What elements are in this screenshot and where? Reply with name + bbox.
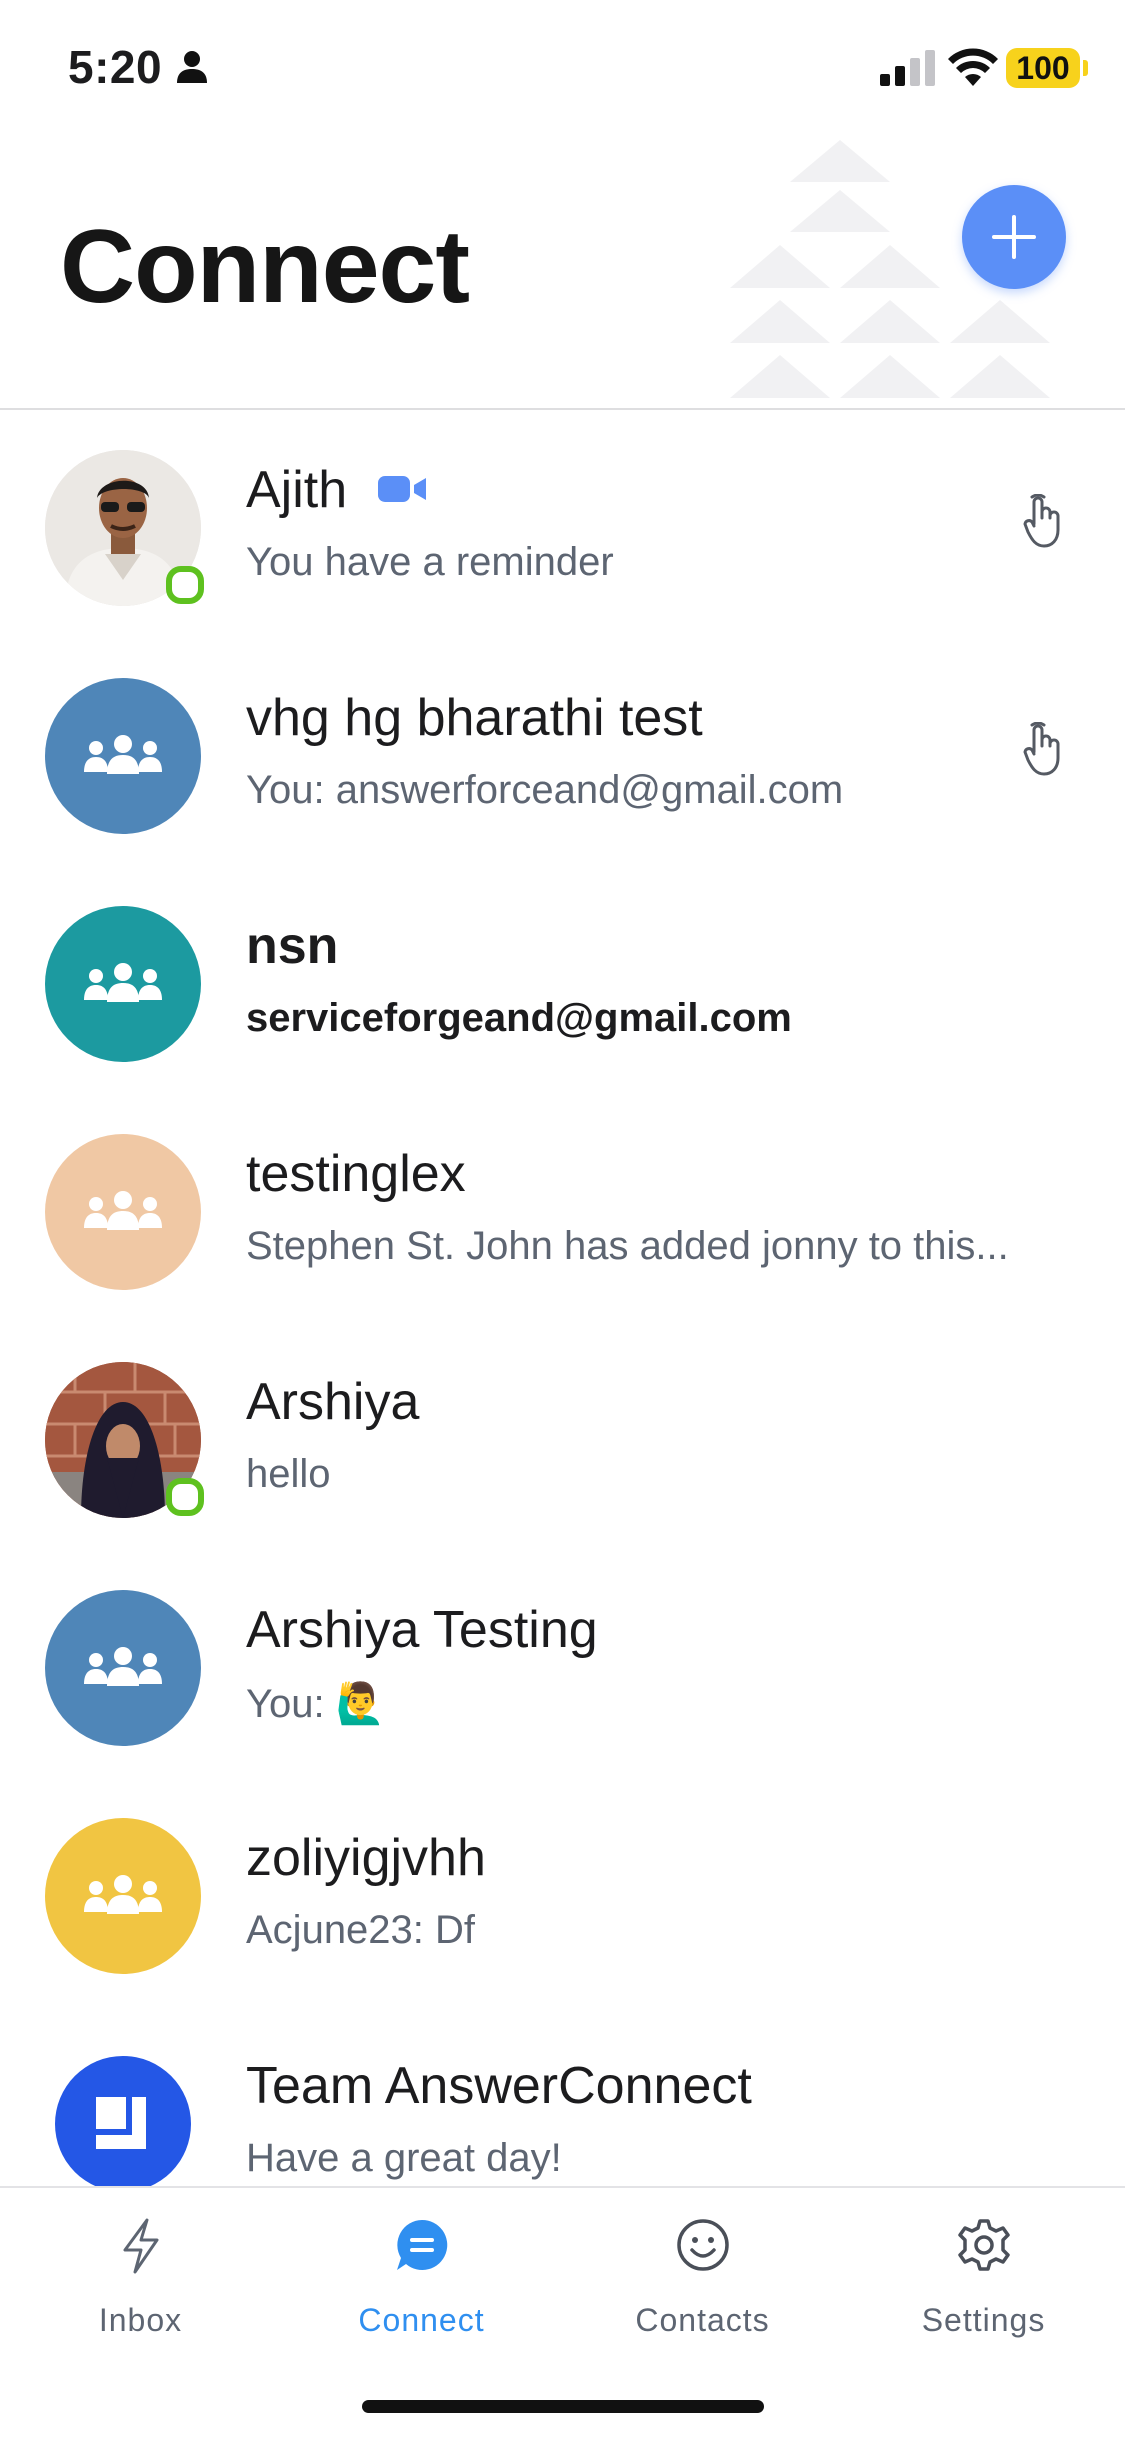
avatar (55, 2056, 191, 2192)
page-title: Connect (60, 209, 470, 325)
battery-indicator: 100 (1006, 48, 1080, 88)
conversation-preview: You have a reminder (246, 540, 614, 584)
avatar (45, 1590, 201, 1746)
tab-label: Contacts (635, 2302, 770, 2338)
conversation-preview: Stephen St. John has added jonny to this… (246, 1224, 1009, 1268)
group-icon (84, 1647, 162, 1686)
signal-icon (880, 50, 935, 86)
group-icon (84, 1191, 162, 1230)
conversation-preview: You: 🙋‍♂️ (246, 1682, 386, 1726)
wave-hand-icon[interactable] (1022, 722, 1066, 776)
avatar (45, 1134, 201, 1290)
conversation-name: Arshiya Testing (246, 1601, 598, 1659)
tab-connect[interactable]: Connect (281, 2188, 562, 2378)
home-indicator[interactable] (362, 2400, 764, 2413)
add-conversation-button[interactable] (962, 185, 1066, 289)
conversation-name: Arshiya (246, 1373, 420, 1431)
conversation-row[interactable]: nsn serviceforgeand@gmail.com (0, 866, 1125, 1094)
page-header: Connect (0, 140, 1125, 410)
conversation-name: Team AnswerConnect (246, 2057, 752, 2115)
tab-label: Connect (358, 2302, 485, 2338)
wifi-icon (948, 48, 998, 86)
conversation-row[interactable]: zoliyigjvhh Acjune23: Df (0, 1778, 1125, 2006)
tab-contacts[interactable]: Contacts (562, 2188, 843, 2378)
group-icon (84, 1875, 162, 1914)
bolt-icon (123, 2218, 158, 2274)
status-time: 5:20 (68, 41, 163, 93)
conversation-row[interactable]: Arshiya Testing You: 🙋‍♂️ (0, 1550, 1125, 1778)
conversation-preview: Have a great day! (246, 2136, 562, 2180)
tab-label: Inbox (98, 2302, 183, 2338)
conversation-preview: Acjune23: Df (246, 1908, 476, 1952)
tab-label: Settings (921, 2302, 1046, 2338)
conversation-row[interactable]: Arshiya hello (0, 1322, 1125, 1550)
tab-inbox[interactable]: Inbox (0, 2188, 281, 2378)
group-icon (84, 963, 162, 1002)
wave-hand-icon[interactable] (1022, 494, 1066, 548)
gear-icon (957, 2219, 1010, 2271)
plus-icon (992, 215, 1036, 259)
conversation-preview: You: answerforceand@gmail.com (246, 768, 844, 812)
online-status-indicator (166, 1478, 204, 1516)
online-status-indicator (166, 566, 204, 604)
video-call-icon (377, 476, 426, 503)
conversation-row[interactable]: testinglex Stephen St. John has added jo… (0, 1094, 1125, 1322)
battery-nub (1083, 60, 1088, 76)
conversation-name: vhg hg bharathi test (246, 689, 703, 747)
conversation-name: zoliyigjvhh (246, 1829, 486, 1887)
smiley-icon (676, 2219, 729, 2271)
conversation-name: testinglex (246, 1145, 466, 1203)
status-bar: 5:20 100 (0, 0, 1125, 140)
person-icon (177, 51, 207, 83)
conversation-preview: hello (246, 1452, 331, 1496)
chat-bubble-icon (396, 2219, 447, 2270)
conversation-row[interactable]: vhg hg bharathi test You: answerforceand… (0, 638, 1125, 866)
tab-settings[interactable]: Settings (843, 2188, 1124, 2378)
conversation-preview: serviceforgeand@gmail.com (246, 996, 792, 1040)
conversation-list: Ajith You have a reminder vhg hg bharath… (0, 410, 1125, 2234)
avatar (45, 1818, 201, 1974)
conversation-row[interactable]: Ajith You have a reminder (0, 410, 1125, 638)
conversation-name: nsn (246, 917, 339, 975)
group-icon (84, 735, 162, 774)
conversation-name: Ajith (246, 460, 428, 520)
answerconnect-logo (96, 2097, 146, 2149)
avatar (45, 678, 201, 834)
avatar (45, 906, 201, 1062)
